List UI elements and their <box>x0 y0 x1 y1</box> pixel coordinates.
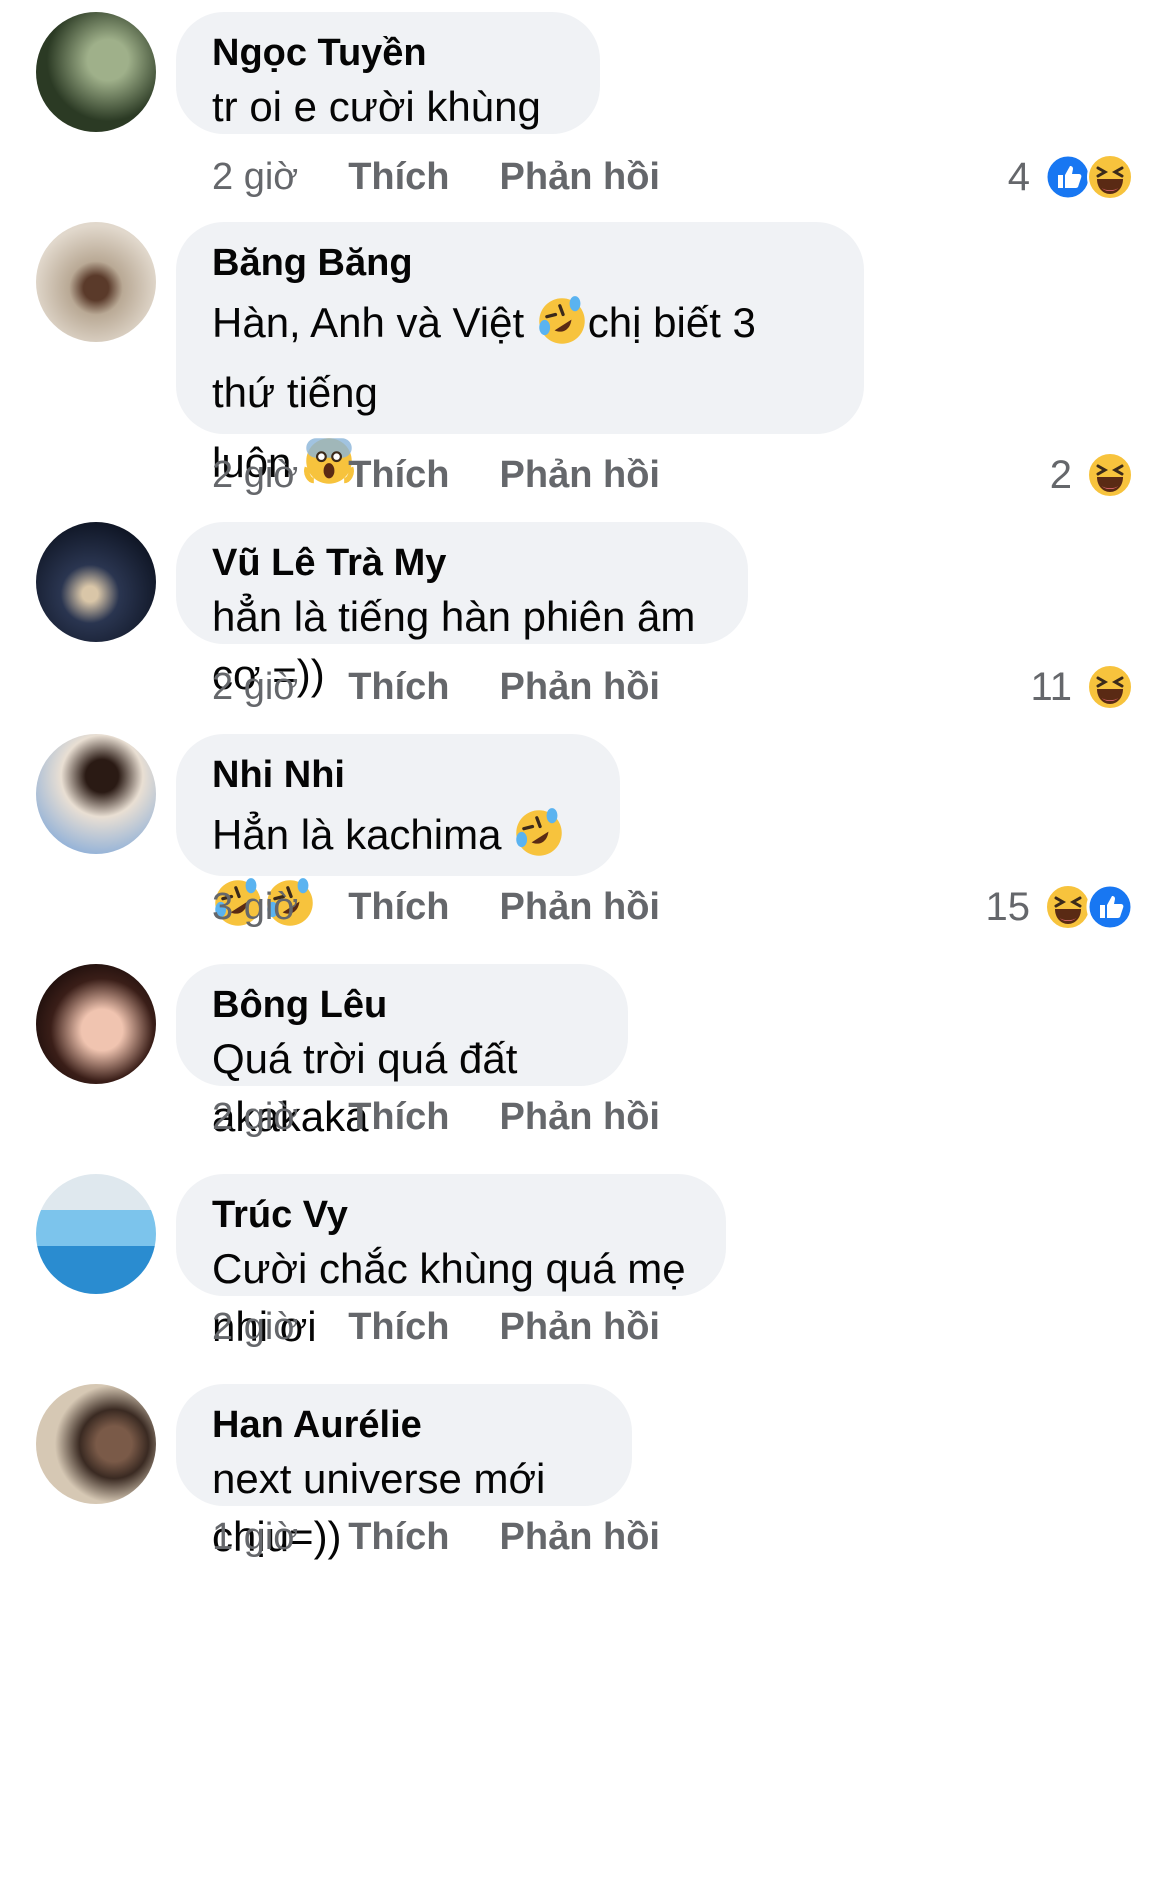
reply-button[interactable]: Phản hồi <box>500 152 660 202</box>
haha-icon <box>1044 883 1092 931</box>
comment-bubble[interactable]: Vũ Lê Trà My hẳn là tiếng hàn phiên âm c… <box>176 522 748 698</box>
like-button[interactable]: Thích <box>348 662 449 712</box>
comment-time[interactable]: 2 giờ <box>212 450 298 500</box>
comment-bubble[interactable]: Han Aurélie next universe mới chịu=)) <box>176 1384 632 1560</box>
like-button[interactable]: Thích <box>348 1512 449 1562</box>
haha-icon <box>1086 451 1134 499</box>
commenter-name[interactable]: Vũ Lê Trà My <box>212 540 712 586</box>
haha-icon <box>1086 663 1134 711</box>
reaction-summary[interactable]: 15 <box>986 882 1135 932</box>
avatar[interactable] <box>36 964 156 1084</box>
comment-actions: 1 giờ Thích Phản hồi <box>212 1512 710 1562</box>
comment-text-part: Hàn, Anh và Việt <box>212 299 536 346</box>
avatar[interactable] <box>36 734 156 854</box>
reaction-count: 4 <box>1007 154 1030 199</box>
comment-time[interactable]: 2 giờ <box>212 152 298 202</box>
reply-button[interactable]: Phản hồi <box>500 1512 660 1562</box>
reaction-count: 2 <box>1049 452 1072 497</box>
comment-actions: 3 giờ Thích Phản hồi <box>212 882 710 932</box>
comment-bubble[interactable]: Trúc Vy Cười chắc khùng quá mẹ nhi ơi <box>176 1174 726 1350</box>
avatar[interactable] <box>36 12 156 132</box>
comment-actions: 2 giờ Thích Phản hồi <box>212 1302 710 1352</box>
comment-bubble[interactable]: Bông Lêu Quá trời quá đất akakaka <box>176 964 628 1140</box>
reaction-summary[interactable]: 11 <box>1030 662 1134 712</box>
reaction-count: 15 <box>985 884 1031 929</box>
comment-actions: 2 giờ Thích Phản hồi <box>212 450 710 500</box>
commenter-name[interactable]: Ngọc Tuyền <box>212 30 564 76</box>
comment-text-part: Hẳn là kachima <box>212 811 514 858</box>
comment-actions: 2 giờ Thích Phản hồi <box>212 662 710 712</box>
avatar[interactable] <box>36 1384 156 1504</box>
like-icon <box>1086 883 1134 931</box>
avatar[interactable] <box>36 1174 156 1294</box>
commenter-name[interactable]: Han Aurélie <box>212 1402 596 1448</box>
comment-bubble[interactable]: Nhi Nhi Hẳn là kachima <box>176 734 620 876</box>
commenter-name[interactable]: Nhi Nhi <box>212 752 584 798</box>
comment-time[interactable]: 3 giờ <box>212 882 298 932</box>
comment-time[interactable]: 1 giờ <box>212 1512 298 1562</box>
reply-button[interactable]: Phản hồi <box>500 1092 660 1142</box>
comment-actions: 2 giờ Thích Phản hồi <box>212 152 710 202</box>
reaction-summary[interactable]: 4 <box>1008 152 1134 202</box>
like-button[interactable]: Thích <box>348 1092 449 1142</box>
commenter-name[interactable]: Băng Băng <box>212 240 828 286</box>
comment-time[interactable]: 2 giờ <box>212 662 298 712</box>
avatar[interactable] <box>36 222 156 342</box>
like-button[interactable]: Thích <box>348 1302 449 1352</box>
commenter-name[interactable]: Trúc Vy <box>212 1192 690 1238</box>
reply-button[interactable]: Phản hồi <box>500 1302 660 1352</box>
like-icon <box>1044 153 1092 201</box>
reply-button[interactable]: Phản hồi <box>500 882 660 932</box>
comment-bubble[interactable]: Ngọc Tuyền tr oi e cười khùng <box>176 12 600 134</box>
reaction-summary[interactable]: 2 <box>1050 450 1134 500</box>
haha-icon <box>1086 153 1134 201</box>
rolling-laughing-emoji-icon <box>536 295 588 347</box>
comment-time[interactable]: 2 giờ <box>212 1302 298 1352</box>
comment-actions: 2 giờ Thích Phản hồi <box>212 1092 710 1142</box>
reply-button[interactable]: Phản hồi <box>500 450 660 500</box>
comment-text: tr oi e cười khùng <box>212 83 541 130</box>
commenter-name[interactable]: Bông Lêu <box>212 982 592 1028</box>
rolling-laughing-emoji-icon <box>513 807 565 859</box>
comment-bubble[interactable]: Băng Băng Hàn, Anh và Việt chị biết 3 th… <box>176 222 864 434</box>
reply-button[interactable]: Phản hồi <box>500 662 660 712</box>
like-button[interactable]: Thích <box>348 450 449 500</box>
comment-time[interactable]: 2 giờ <box>212 1092 298 1142</box>
reaction-count: 11 <box>1030 664 1072 709</box>
like-button[interactable]: Thích <box>348 882 449 932</box>
avatar[interactable] <box>36 522 156 642</box>
like-button[interactable]: Thích <box>348 152 449 202</box>
